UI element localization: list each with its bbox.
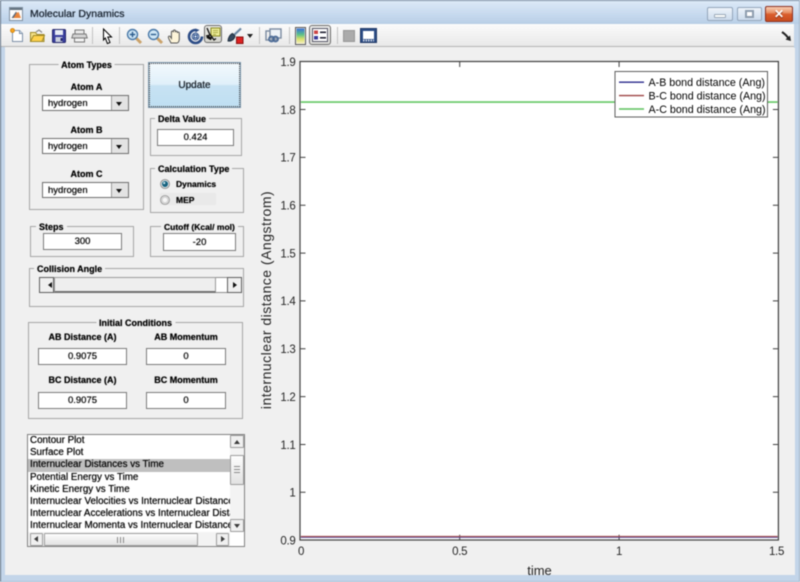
svg-text:A-B bond distance (Ang): A-B bond distance (Ang) <box>649 77 765 89</box>
svg-text:0: 0 <box>298 546 304 558</box>
svg-text:time: time <box>527 563 552 578</box>
svg-text:0.5: 0.5 <box>452 546 467 558</box>
svg-text:B-C bond distance (Ang): B-C bond distance (Ang) <box>649 90 766 102</box>
svg-text:1.8: 1.8 <box>280 105 295 117</box>
svg-text:1.5: 1.5 <box>280 248 295 260</box>
svg-text:1.7: 1.7 <box>280 153 295 165</box>
svg-text:1.3: 1.3 <box>280 344 295 356</box>
svg-text:0.9: 0.9 <box>280 536 295 548</box>
svg-text:1: 1 <box>616 546 622 558</box>
svg-text:1.2: 1.2 <box>280 392 295 404</box>
svg-text:internuclear distance (Angstro: internuclear distance (Angstrom) <box>258 191 274 409</box>
svg-text:1.5: 1.5 <box>769 546 784 558</box>
svg-text:1.6: 1.6 <box>280 201 295 213</box>
svg-text:1.4: 1.4 <box>280 296 296 308</box>
svg-text:1.1: 1.1 <box>280 440 295 452</box>
svg-text:1.9: 1.9 <box>280 57 295 69</box>
svg-text:1: 1 <box>289 488 295 500</box>
svg-text:A-C bond distance (Ang): A-C bond distance (Ang) <box>649 104 766 116</box>
